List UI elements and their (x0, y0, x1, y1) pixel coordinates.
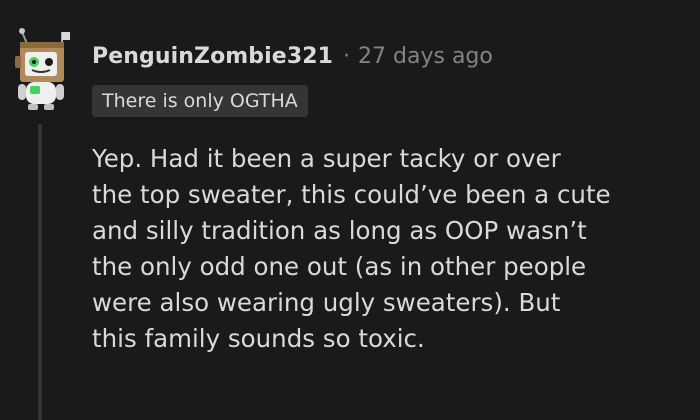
comment-card: PenguinZombie321 · 27 days ago There is … (0, 0, 700, 420)
comment-body-line: this family sounds so toxic. (92, 324, 425, 353)
user-flair-badge: There is only OGTHA (92, 85, 308, 117)
comment-header: PenguinZombie321 · 27 days ago (92, 36, 493, 76)
comment-body-line: Yep. Had it been a super tacky or over (92, 144, 561, 173)
author-username[interactable]: PenguinZombie321 (92, 44, 333, 69)
comment-body-line: and silly tradition as long as OOP wasn’… (92, 216, 587, 245)
thread-collapse-line[interactable] (38, 124, 42, 420)
comment-body: Yep. Had it been a super tacky or over t… (92, 141, 692, 357)
comment-timestamp[interactable]: 27 days ago (358, 44, 493, 69)
meta-separator: · (343, 43, 351, 69)
comment-body-line: the only odd one out (as in other people (92, 252, 587, 281)
user-avatar-icon[interactable] (12, 24, 72, 116)
comment-body-line: were also wearing ugly sweaters). But (92, 288, 561, 317)
comment-body-line: the top sweater, this could’ve been a cu… (92, 180, 611, 209)
